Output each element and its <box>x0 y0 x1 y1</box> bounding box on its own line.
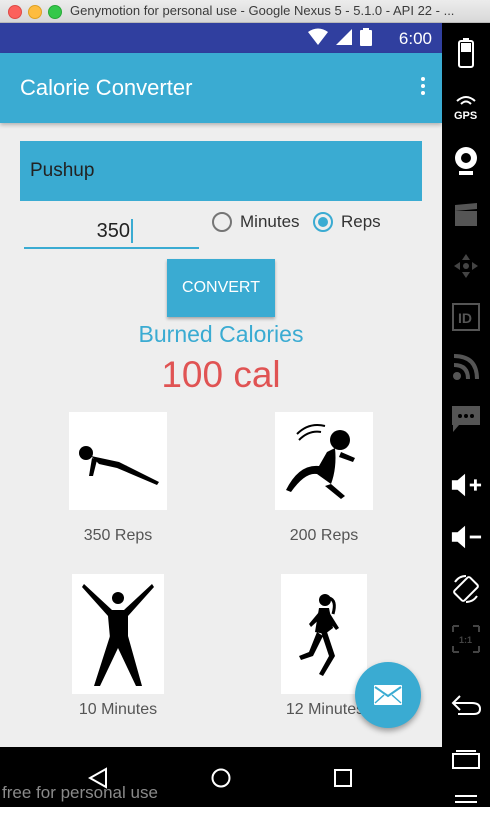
status-time: 6:00 <box>398 29 432 48</box>
radio-reps-label: Reps <box>341 212 381 231</box>
home-nav-icon[interactable] <box>211 768 231 788</box>
back-icon[interactable] <box>450 689 482 721</box>
email-fab[interactable] <box>355 662 421 728</box>
video-icon[interactable] <box>450 199 482 231</box>
email-icon <box>374 685 402 705</box>
burned-calories-value: 100 cal <box>161 354 281 395</box>
jogging-icon <box>299 594 339 676</box>
jumping-jack-tile-label: 10 Minutes <box>78 701 158 718</box>
radio-reps-circle[interactable] <box>313 212 333 232</box>
rotate-icon[interactable] <box>450 573 482 605</box>
convert-button[interactable]: CONVERT <box>167 259 275 317</box>
close-window-button[interactable] <box>8 5 22 19</box>
situp-tile[interactable] <box>275 412 373 510</box>
exercise-selector[interactable]: Pushup <box>20 141 422 201</box>
jumping-jack-tile[interactable] <box>72 574 164 694</box>
jogging-tile[interactable] <box>281 574 367 694</box>
webcam-icon[interactable] <box>450 145 482 177</box>
radio-minutes-circle[interactable] <box>212 212 232 232</box>
zoom-window-button[interactable] <box>48 5 62 19</box>
pushup-icon <box>79 446 159 485</box>
signal-icon <box>336 29 352 45</box>
text-cursor <box>131 219 133 243</box>
sms-icon[interactable] <box>450 403 482 435</box>
recents-nav-icon[interactable] <box>334 769 352 787</box>
svg-text:GPS: GPS <box>454 110 477 121</box>
svg-text:1:1: 1:1 <box>459 635 472 645</box>
status-bar: 6:00 <box>0 23 442 53</box>
minimize-window-button[interactable] <box>28 5 42 19</box>
situp-icon <box>286 424 355 499</box>
phone-screen: 6:00 Calorie Converter Pushup 350 Minute… <box>0 23 442 807</box>
wifi-icon <box>308 28 328 45</box>
amount-input[interactable]: 350 <box>24 215 199 249</box>
pixel-perfect-icon[interactable]: 1:1 <box>450 623 482 655</box>
rss-icon[interactable] <box>450 351 482 383</box>
volume-up-icon[interactable] <box>450 469 482 501</box>
burned-calories-label: Burned Calories <box>138 321 304 347</box>
emulator-sidebar: GPS ID 1:1 <box>442 23 490 807</box>
radio-minutes[interactable]: Minutes <box>212 210 300 234</box>
amount-value: 350 <box>96 220 130 242</box>
window-titlebar: Genymotion for personal use - Google Nex… <box>0 0 490 23</box>
battery-status-icon <box>360 28 372 46</box>
id-icon[interactable]: ID <box>450 301 482 333</box>
radio-minutes-label: Minutes <box>240 212 300 231</box>
app-bar: Calorie Converter <box>0 53 442 123</box>
app-title: Calorie Converter <box>20 75 193 100</box>
exercise-value: Pushup <box>30 160 95 181</box>
jumping-jack-icon <box>82 584 154 686</box>
volume-down-icon[interactable] <box>450 521 482 553</box>
watermark: free for personal use <box>2 783 158 802</box>
pushup-tile-label: 350 Reps <box>83 527 153 544</box>
recents-icon[interactable] <box>450 743 482 775</box>
gps-icon[interactable]: GPS <box>450 91 482 123</box>
menu-icon[interactable] <box>450 785 482 817</box>
pushup-tile[interactable] <box>69 412 167 510</box>
window-title: Genymotion for personal use - Google Nex… <box>70 3 455 18</box>
battery-icon[interactable] <box>450 37 482 69</box>
status-icons <box>308 28 372 46</box>
situp-tile-label: 200 Reps <box>289 527 359 544</box>
svg-text:ID: ID <box>458 310 472 326</box>
dpad-icon[interactable] <box>450 250 482 282</box>
overflow-menu-icon[interactable] <box>418 77 428 99</box>
radio-reps[interactable]: Reps <box>313 210 381 234</box>
